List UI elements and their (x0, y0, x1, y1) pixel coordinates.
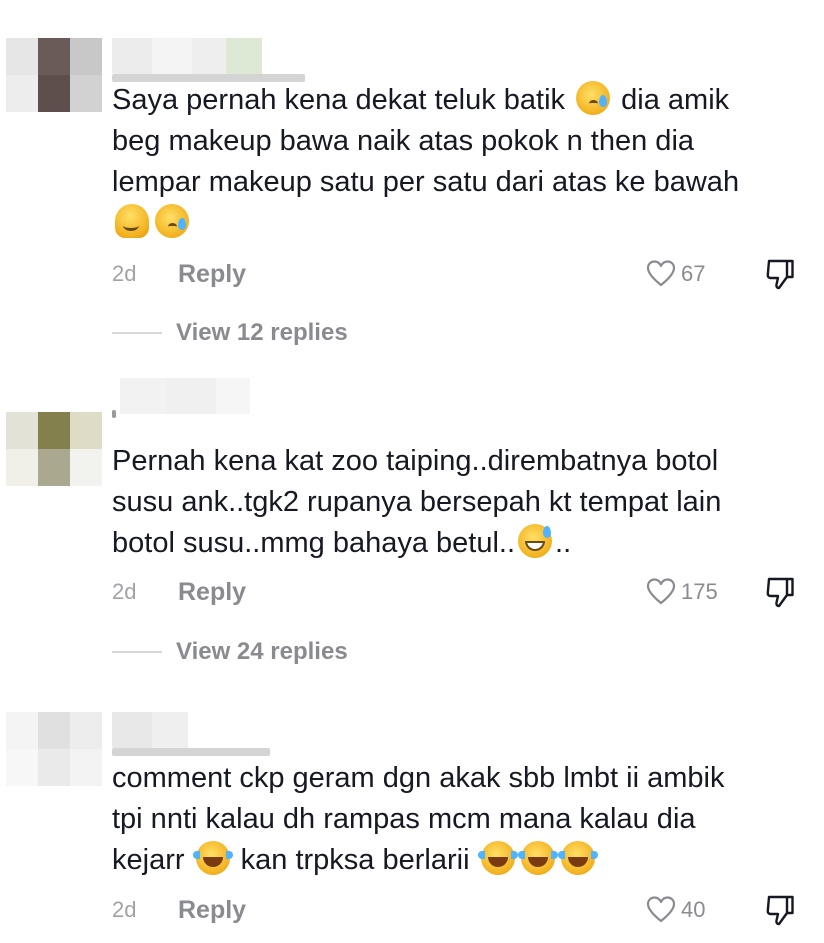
like-button[interactable]: 40 (645, 892, 705, 928)
comment-meta: 2d Reply 67 (112, 256, 812, 292)
melting-face-icon (115, 204, 149, 238)
avatar[interactable] (6, 712, 102, 786)
thumbs-down-outline-icon[interactable] (765, 575, 795, 609)
view-replies-label: View 24 replies (176, 638, 348, 665)
view-replies-label: View 12 replies (176, 319, 348, 346)
tears-of-joy-icon (517, 841, 558, 875)
username-redacted[interactable] (112, 38, 262, 74)
comment-text: Pernah kena kat zoo taiping..dirembatnya… (112, 445, 722, 559)
crying-face-icon (155, 204, 189, 238)
view-replies-button[interactable]: View 24 replies (112, 634, 348, 670)
tears-of-joy-icon (477, 841, 518, 875)
thumbs-down-outline-icon[interactable] (765, 257, 795, 291)
heart-outline-icon (646, 896, 676, 923)
username-underline (112, 410, 116, 418)
reply-button[interactable]: Reply (178, 892, 246, 928)
avatar[interactable] (6, 412, 102, 486)
divider (112, 332, 162, 334)
timestamp: 2d (112, 579, 137, 604)
like-count: 40 (681, 897, 706, 922)
comment-meta: 2d Reply 40 (112, 892, 812, 928)
like-button[interactable]: 175 (645, 574, 718, 610)
avatar[interactable] (6, 38, 102, 112)
heart-outline-icon (646, 260, 676, 287)
like-button[interactable]: 67 (645, 256, 705, 292)
like-count: 175 (681, 579, 718, 604)
reply-button[interactable]: Reply (178, 256, 246, 292)
like-count: 67 (681, 261, 706, 286)
comment-meta: 2d Reply 175 (112, 574, 812, 610)
comment-text: comment ckp geram dgn akak sbb lmbt ii a… (112, 762, 725, 876)
reply-button[interactable]: Reply (178, 574, 246, 610)
tears-of-joy-icon (192, 841, 233, 875)
divider (112, 651, 162, 653)
sweat-smile-icon (518, 524, 553, 558)
tears-of-joy-icon (557, 841, 598, 875)
view-replies-button[interactable]: View 12 replies (112, 315, 348, 351)
username-redacted[interactable] (112, 712, 188, 748)
username-underline (112, 748, 270, 756)
thumbs-down-outline-icon[interactable] (765, 893, 795, 927)
timestamp: 2d (112, 897, 137, 922)
crying-face-icon (576, 81, 611, 115)
username-redacted[interactable] (112, 378, 250, 414)
comment-text: Saya pernah kena dekat teluk batik dia a… (112, 80, 812, 244)
heart-outline-icon (646, 578, 676, 605)
timestamp: 2d (112, 261, 137, 286)
